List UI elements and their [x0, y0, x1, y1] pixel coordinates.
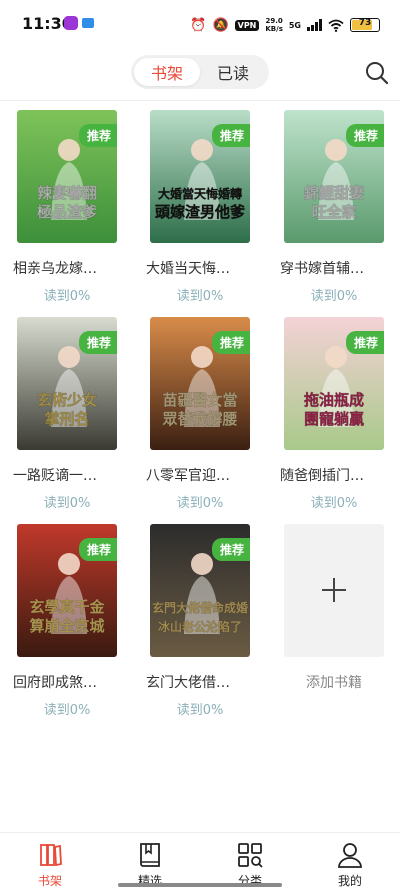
- nav-profile[interactable]: 我的: [320, 841, 380, 888]
- svg-text:頭嫁渣男他爹: 頭嫁渣男他爹: [155, 203, 246, 221]
- nav-bookshelf[interactable]: 书架: [20, 841, 80, 888]
- network-speed-value: 29.0: [265, 17, 283, 25]
- tab-read[interactable]: 已读: [200, 58, 266, 86]
- profile-icon: [338, 843, 362, 868]
- book-progress: 读到0%: [310, 496, 358, 511]
- nav-label: 我的: [337, 874, 362, 888]
- svg-text:錦鯉甜妻: 錦鯉甜妻: [303, 184, 364, 202]
- svg-text:算崩全京城: 算崩全京城: [29, 617, 104, 635]
- svg-text:旺全家: 旺全家: [311, 203, 356, 221]
- recommend-badge: 推荐: [345, 124, 384, 147]
- signal-icon: [307, 19, 322, 31]
- book-progress: 读到0%: [43, 496, 91, 511]
- recommend-badge: 推荐: [78, 124, 117, 147]
- recommend-badge: 推荐: [211, 331, 250, 354]
- svg-text:拖油瓶成: 拖油瓶成: [304, 391, 364, 409]
- plus-icon: [322, 578, 346, 602]
- tab-bookshelf[interactable]: 书架: [134, 58, 200, 86]
- add-book-button[interactable]: [284, 524, 384, 657]
- book-title: 穿书嫁首辅…: [280, 261, 364, 277]
- book-progress: 读到0%: [43, 289, 91, 304]
- recommend-badge: 推荐: [211, 538, 250, 561]
- network-speed: 29.0 KB/s: [265, 17, 282, 33]
- category-grid-icon: [238, 843, 263, 868]
- book-title: 八零军官迎…: [146, 468, 230, 484]
- nav-label: 书架: [37, 874, 62, 888]
- mute-icon: 🔕: [212, 17, 229, 33]
- book-cover: 苗疆醫女當 眾替我撐腰 推荐: [150, 317, 250, 450]
- svg-text:玄學真千金: 玄學真千金: [29, 598, 105, 616]
- book-title: 相亲乌龙嫁…: [13, 261, 97, 277]
- svg-text:掌刑名: 掌刑名: [44, 410, 89, 428]
- nav-featured[interactable]: 精选: [120, 841, 180, 888]
- bookshelf-screen: 11:30 ⏰ 🔕 VPN 29.0 KB/s 5G 73 书架 已读 辣妻嚇翻…: [0, 0, 400, 889]
- notification-message-icon: [82, 18, 94, 28]
- svg-text:團寵躺贏: 團寵躺贏: [304, 410, 364, 428]
- wifi-icon: [328, 19, 344, 32]
- vpn-badge: VPN: [234, 19, 260, 31]
- search-icon[interactable]: [364, 60, 390, 86]
- svg-text:苗疆醫女當: 苗疆醫女當: [162, 391, 237, 409]
- book-progress: 读到0%: [43, 703, 91, 718]
- nav-category[interactable]: 分类: [220, 841, 280, 888]
- book-cover: 玄門大佬借命成婚 冰山老公沦陷了 推荐: [150, 524, 250, 657]
- book-title: 大婚当天悔…: [146, 261, 230, 277]
- svg-text:極品渣爹: 極品渣爹: [36, 203, 98, 221]
- book-progress: 读到0%: [176, 496, 224, 511]
- recommend-badge: 推荐: [345, 331, 384, 354]
- book-title: 一路贬谪一…: [13, 468, 97, 484]
- book-title: 回府即成煞…: [13, 675, 97, 691]
- book-progress: 读到0%: [176, 289, 224, 304]
- shelf-tab-switch: 书架 已读: [131, 55, 269, 89]
- svg-text:眾替我撐腰: 眾替我撐腰: [161, 410, 237, 428]
- svg-text:玄術少女: 玄術少女: [37, 391, 97, 409]
- battery-icon: 73: [350, 18, 380, 32]
- book-progress: 读到0%: [176, 703, 224, 718]
- home-indicator: [118, 883, 282, 887]
- svg-text:玄門大佬借命成婚: 玄門大佬借命成婚: [152, 600, 248, 615]
- bookshelf-icon: [40, 844, 62, 867]
- alarm-icon: ⏰: [190, 17, 207, 33]
- header-divider: [0, 100, 400, 101]
- battery-level: 73: [358, 18, 372, 28]
- book-cover: 辣妻嚇翻 極品渣爹 推荐: [17, 110, 117, 243]
- book-title: 玄门大佬借…: [146, 675, 230, 691]
- book-cover: 玄術少女 掌刑名 推荐: [17, 317, 117, 450]
- notification-app-icon: [64, 16, 78, 30]
- svg-text:冰山老公沦陷了: 冰山老公沦陷了: [158, 619, 242, 634]
- recommend-badge: 推荐: [78, 331, 117, 354]
- bottom-nav: 书架 精选 分类 我的: [0, 832, 400, 889]
- network-speed-unit: KB/s: [265, 25, 283, 33]
- book-progress: 读到0%: [310, 289, 358, 304]
- book-cover: 大婚當天悔婚轉 頭嫁渣男他爹 推荐: [150, 110, 250, 243]
- svg-text:大婚當天悔婚轉: 大婚當天悔婚轉: [158, 186, 242, 201]
- recommend-badge: 推荐: [78, 538, 117, 561]
- network-type: 5G: [288, 20, 301, 30]
- status-icons: ⏰ 🔕 VPN 29.0 KB/s 5G 73: [190, 14, 380, 36]
- book-cover: 玄學真千金 算崩全京城 推荐: [17, 524, 117, 657]
- add-book-label: 添加书籍: [306, 675, 362, 691]
- book-cover: 錦鯉甜妻 旺全家 推荐: [284, 110, 384, 243]
- book-cover: 拖油瓶成 團寵躺贏 推荐: [284, 317, 384, 450]
- svg-text:辣妻嚇翻: 辣妻嚇翻: [37, 184, 97, 202]
- book-title: 随爸倒插门…: [280, 468, 364, 484]
- status-bar: 11:30 ⏰ 🔕 VPN 29.0 KB/s 5G 73: [0, 0, 400, 50]
- book-icon: [140, 843, 160, 867]
- recommend-badge: 推荐: [211, 124, 250, 147]
